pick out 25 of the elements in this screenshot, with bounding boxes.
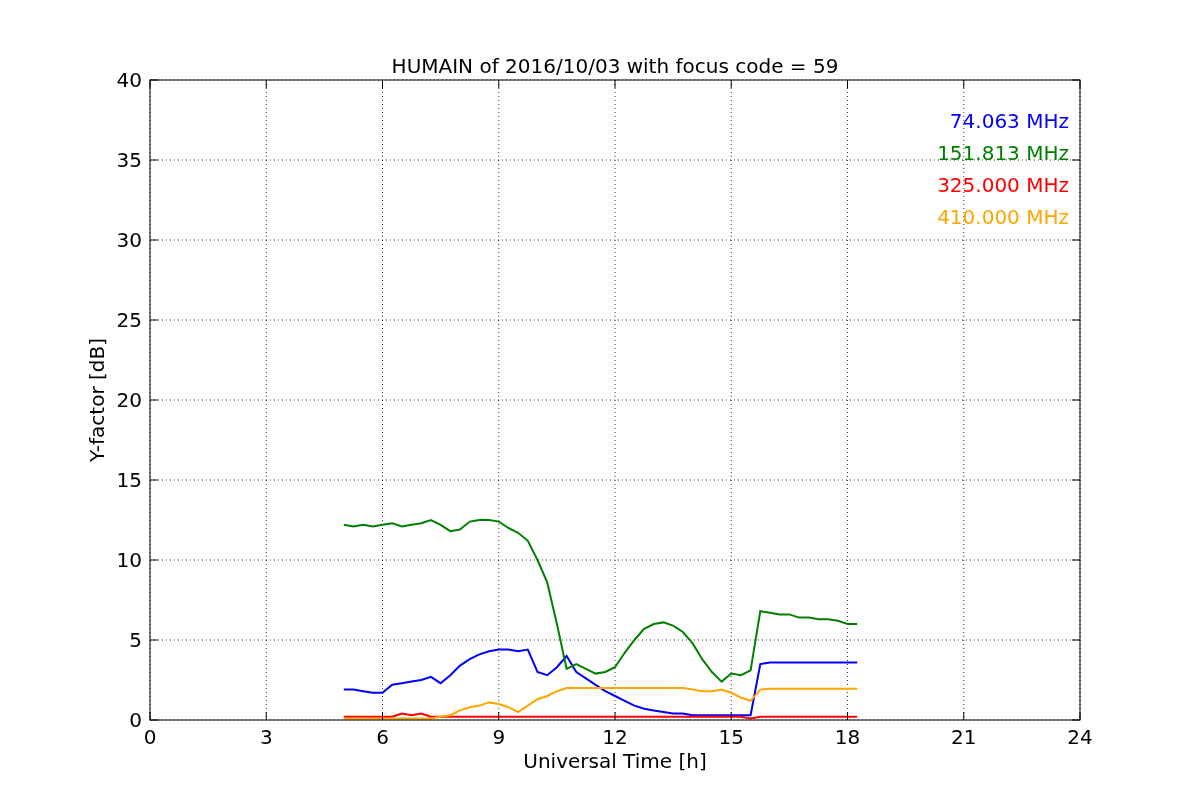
- x-tick-label: 21: [951, 725, 977, 749]
- x-tick-label: 18: [834, 725, 861, 749]
- y-axis-label: Y-factor [dB]: [85, 338, 109, 462]
- legend-label: 74.063 MHz: [949, 109, 1069, 133]
- y-tick-label: 35: [116, 148, 142, 172]
- y-tick-label: 10: [116, 548, 142, 572]
- y-tick-label: 40: [116, 68, 142, 92]
- x-axis-label: Universal Time [h]: [523, 749, 707, 773]
- x-tick-label: 15: [718, 725, 744, 749]
- x-tick-label: 12: [602, 725, 628, 749]
- x-tick-label: 6: [376, 725, 389, 749]
- x-tick-label: 24: [1067, 725, 1093, 749]
- y-tick-label: 20: [116, 388, 142, 412]
- y-tick-label: 0: [129, 708, 142, 732]
- x-tick-label: 9: [492, 725, 506, 749]
- legend-label: 151.813 MHz: [937, 141, 1069, 165]
- x-tick-label: 3: [259, 725, 273, 749]
- y-tick-label: 5: [129, 628, 142, 652]
- y-tick-label: 30: [116, 228, 142, 252]
- legend-label: 410.000 MHz: [937, 205, 1069, 229]
- y-tick-label: 15: [116, 468, 142, 492]
- y-tick-label: 25: [116, 308, 142, 332]
- legend-label: 325.000 MHz: [937, 173, 1069, 197]
- chart-title: HUMAIN of 2016/10/03 with focus code = 59: [391, 54, 839, 78]
- x-tick-label: 0: [143, 725, 157, 749]
